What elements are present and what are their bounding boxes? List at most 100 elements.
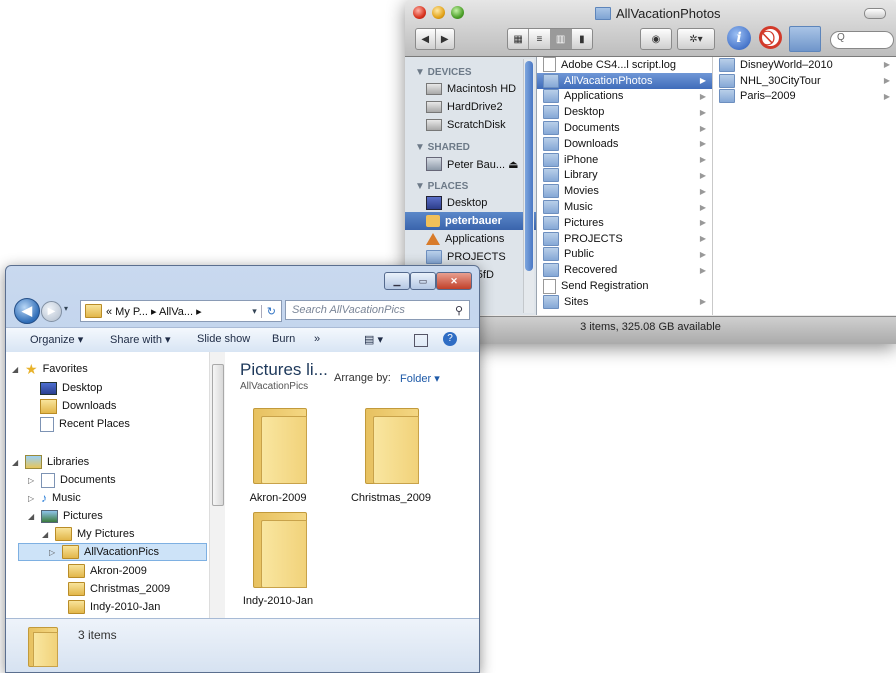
back-forward-buttons[interactable]: ◀ ▶ <box>415 28 455 50</box>
organize-menu[interactable]: Organize ▾ <box>30 333 83 346</box>
sidebar-item-desktop[interactable]: Desktop <box>405 194 536 212</box>
sidebar-item-harddrive2[interactable]: HardDrive2 <box>405 98 536 116</box>
arrange-by-dropdown[interactable]: Folder ▾ <box>400 372 440 385</box>
action-menu-button[interactable]: ✲▾ <box>677 28 715 50</box>
sidebar-item-projects[interactable]: PROJECTS <box>405 248 536 266</box>
disclosure-arrow-icon: ▶ <box>699 170 706 180</box>
expand-triangle-icon[interactable]: ◢ <box>28 512 36 521</box>
list-item[interactable]: NHL_30CityTour ▶ <box>713 73 896 89</box>
collapse-triangle-icon[interactable]: ▷ <box>28 494 36 503</box>
search-input[interactable]: Search AllVacationPics ⚲ <box>285 300 470 320</box>
nav-item-desktop[interactable]: Desktop <box>40 379 102 397</box>
list-item[interactable]: Adobe CS4...l script.log <box>537 57 712 73</box>
folder-label[interactable]: Indy-2010-Jan <box>233 595 323 607</box>
search-input[interactable]: Q <box>830 31 894 49</box>
scrollbar-thumb[interactable] <box>212 364 224 506</box>
slideshow-button[interactable]: Slide show <box>197 333 250 345</box>
forward-arrow-icon[interactable]: ▶ <box>436 29 455 49</box>
list-item[interactable]: Documents ▶ <box>537 120 712 136</box>
list-item[interactable]: Downloads ▶ <box>537 136 712 152</box>
folder-christmas-2009[interactable] <box>365 408 419 484</box>
close-button[interactable]: ✕ <box>436 272 472 290</box>
hard-drive-icon <box>426 119 442 131</box>
nav-item-music[interactable]: ▷ ♪ Music <box>28 489 81 507</box>
nav-item-favorites[interactable]: ◢ ★ Favorites <box>12 360 88 378</box>
nav-item-pictures[interactable]: ◢ Pictures <box>28 507 103 525</box>
list-item[interactable]: AllVacationPhotos ▶ <box>537 72 712 89</box>
view-mode-buttons[interactable]: ▦ ≡ ▥ ▮ <box>507 28 593 50</box>
back-button[interactable]: ◀ <box>14 298 40 324</box>
nav-item-allvacationpics[interactable]: ▷ AllVacationPics <box>18 543 207 561</box>
list-item[interactable]: Public ▶ <box>537 247 712 263</box>
library-subtitle: AllVacationPics <box>240 381 309 392</box>
coverflow-view-icon[interactable]: ▮ <box>572 29 592 49</box>
list-item[interactable]: Paris–2009 ▶ <box>713 89 896 105</box>
nav-item-christmas-2009[interactable]: Christmas_2009 <box>68 580 170 598</box>
folder-akron-2009[interactable] <box>253 408 307 484</box>
sidebar-item-peterbauer[interactable]: peterbauer <box>405 212 536 230</box>
sidebar-item-peter-bauer-shared[interactable]: Peter Bau... ⏏ <box>405 155 536 173</box>
minimize-button[interactable]: ▁ <box>384 272 410 290</box>
folder-icon <box>68 600 85 614</box>
collapse-triangle-icon[interactable]: ▷ <box>28 476 36 485</box>
more-commands-button[interactable]: » <box>314 333 320 345</box>
close-button[interactable] <box>413 6 426 19</box>
zoom-button[interactable] <box>451 6 464 19</box>
nav-item-indy-2010-jan[interactable]: Indy-2010-Jan <box>68 598 160 616</box>
folder-label[interactable]: Akron-2009 <box>233 492 323 504</box>
list-item[interactable]: Recovered ▶ <box>537 262 712 278</box>
toolbar-toggle-button[interactable] <box>864 8 886 19</box>
folder-indy-2010-jan[interactable] <box>253 512 307 588</box>
nav-item-documents[interactable]: ▷ Documents <box>28 471 116 489</box>
new-folder-button[interactable] <box>789 26 821 52</box>
disclosure-arrow-icon: ▶ <box>883 60 890 70</box>
minimize-button[interactable] <box>432 6 445 19</box>
refresh-icon[interactable]: ↻ <box>260 304 281 318</box>
sidebar-item-applications[interactable]: Applications <box>405 230 536 248</box>
list-item[interactable]: DisneyWorld–2010 ▶ <box>713 57 896 73</box>
navigation-scrollbar[interactable] <box>209 352 225 618</box>
help-icon[interactable]: ? <box>443 332 457 346</box>
icon-view-icon[interactable]: ▦ <box>508 29 530 49</box>
expand-triangle-icon[interactable]: ◢ <box>42 530 50 539</box>
nav-item-recent-places[interactable]: Recent Places <box>40 415 130 433</box>
sidebar-scrollbar[interactable] <box>523 59 534 313</box>
folder-label[interactable]: Christmas_2009 <box>343 492 439 504</box>
recent-pages-dropdown[interactable]: ▾ <box>64 304 68 313</box>
list-item[interactable]: Pictures ▶ <box>537 215 712 231</box>
address-bar[interactable]: « My P... ▸ AllVa... ▸ ▾ ↻ <box>80 300 282 322</box>
list-item[interactable]: Music ▶ <box>537 199 712 215</box>
burn-button[interactable]: Burn <box>272 333 295 345</box>
expand-triangle-icon[interactable]: ◢ <box>12 365 20 374</box>
nav-item-my-pictures[interactable]: ◢ My Pictures <box>42 525 134 543</box>
sidebar-item-macintosh-hd[interactable]: Macintosh HD <box>405 80 536 98</box>
sidebar-item-scratchdisk[interactable]: ScratchDisk <box>405 116 536 134</box>
list-item[interactable]: iPhone ▶ <box>537 152 712 168</box>
nav-item-akron-2009[interactable]: Akron-2009 <box>68 562 147 580</box>
list-item[interactable]: Send Registration <box>537 278 712 294</box>
list-item[interactable]: Library ▶ <box>537 168 712 184</box>
change-view-icon[interactable]: ▤ ▾ <box>364 333 383 346</box>
list-item[interactable]: Movies ▶ <box>537 183 712 199</box>
list-item[interactable]: PROJECTS ▶ <box>537 231 712 247</box>
back-arrow-icon[interactable]: ◀ <box>416 29 436 49</box>
expand-triangle-icon[interactable]: ◢ <box>12 458 20 467</box>
scrollbar-thumb[interactable] <box>525 61 533 271</box>
nav-item-downloads[interactable]: Downloads <box>40 397 116 415</box>
collapse-triangle-icon[interactable]: ▷ <box>49 548 57 557</box>
address-dropdown-icon[interactable]: ▾ <box>252 306 261 317</box>
folder-icon <box>719 57 735 72</box>
forward-button[interactable]: ▶ <box>41 301 62 322</box>
list-item[interactable]: Applications ▶ <box>537 89 712 105</box>
column-view-icon[interactable]: ▥ <box>550 29 572 49</box>
no-entry-icon[interactable]: ⃠ <box>759 26 782 49</box>
list-view-icon[interactable]: ≡ <box>529 29 551 49</box>
info-button[interactable]: i <box>727 26 751 50</box>
list-item[interactable]: Desktop ▶ <box>537 104 712 120</box>
nav-item-libraries[interactable]: ◢ Libraries <box>12 453 89 471</box>
share-with-menu[interactable]: Share with ▾ <box>110 333 171 346</box>
preview-pane-icon[interactable] <box>414 334 428 347</box>
list-item[interactable]: Sites ▶ <box>537 294 712 310</box>
quicklook-button[interactable]: ◉ <box>640 28 672 50</box>
maximize-button[interactable]: ▭ <box>410 272 436 290</box>
